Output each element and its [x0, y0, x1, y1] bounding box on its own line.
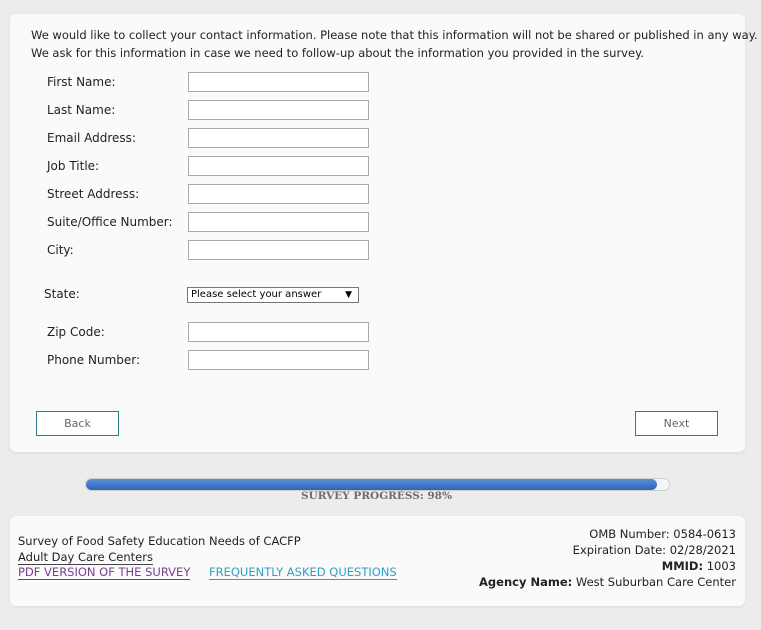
- state-select-value: Please select your answer: [191, 289, 322, 300]
- state-label: State:: [44, 287, 80, 301]
- suite-office-field[interactable]: [188, 212, 369, 232]
- survey-metadata: OMB Number: 0584-0613 Expiration Date: 0…: [479, 526, 736, 590]
- intro-text: We would like to collect your contact in…: [31, 26, 758, 62]
- phone-number-field[interactable]: [188, 350, 369, 370]
- zip-code-label: Zip Code:: [47, 325, 105, 339]
- mmid-row: MMID: 1003: [479, 558, 736, 574]
- survey-progress-text: SURVEY PROGRESS: 98%: [301, 490, 452, 502]
- job-title-field[interactable]: [188, 156, 369, 176]
- phone-number-label: Phone Number:: [47, 353, 141, 367]
- pdf-version-link[interactable]: PDF VERSION OF THE SURVEY: [18, 565, 191, 580]
- city-label: City:: [47, 243, 74, 257]
- job-title-label: Job Title:: [47, 159, 100, 173]
- footer-card: Survey of Food Safety Education Needs of…: [10, 516, 745, 606]
- omb-number: OMB Number: 0584-0613: [589, 527, 736, 541]
- email-address-label: Email Address:: [47, 131, 136, 145]
- last-name-field[interactable]: [188, 100, 369, 120]
- survey-title-line-1: Survey of Food Safety Education Needs of…: [18, 534, 301, 548]
- first-name-label: First Name:: [47, 75, 116, 89]
- agency-label: Agency Name:: [479, 575, 573, 589]
- zip-code-field[interactable]: [188, 322, 369, 342]
- expiration-date: Expiration Date: 02/28/2021: [572, 543, 736, 557]
- intro-line-1: We would like to collect your contact in…: [31, 28, 758, 42]
- agency-value: West Suburban Care Center: [575, 575, 736, 589]
- chevron-down-icon: ▼: [345, 290, 352, 300]
- agency-row: Agency Name: West Suburban Care Center: [479, 574, 736, 590]
- survey-progress-fill: [86, 479, 658, 490]
- back-button[interactable]: Back: [36, 411, 119, 436]
- faq-link[interactable]: FREQUENTLY ASKED QUESTIONS: [209, 565, 397, 580]
- street-address-label: Street Address:: [47, 187, 140, 201]
- first-name-field[interactable]: [188, 72, 369, 92]
- intro-line-2: We ask for this information in case we n…: [31, 46, 644, 60]
- city-field[interactable]: [188, 240, 369, 260]
- state-select[interactable]: Please select your answer ▼: [187, 287, 359, 303]
- survey-title: Survey of Food Safety Education Needs of…: [18, 533, 301, 565]
- street-address-field[interactable]: [188, 184, 369, 204]
- next-button[interactable]: Next: [635, 411, 718, 436]
- suite-office-label: Suite/Office Number:: [47, 215, 173, 229]
- survey-title-line-2: Adult Day Care Centers: [18, 550, 153, 565]
- last-name-label: Last Name:: [47, 103, 116, 117]
- mmid-value: 1003: [706, 559, 736, 573]
- mmid-label: MMID:: [661, 559, 704, 573]
- email-address-field[interactable]: [188, 128, 369, 148]
- survey-form-card: We would like to collect your contact in…: [10, 14, 758, 452]
